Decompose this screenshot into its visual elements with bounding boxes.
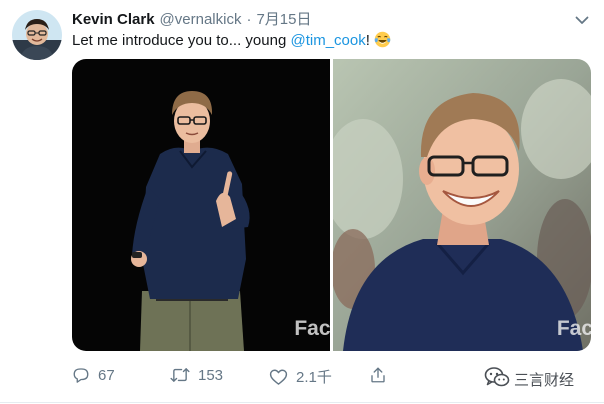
share-button[interactable]	[369, 366, 395, 384]
tweet-text: Let me introduce you to... young @tim_co…	[72, 31, 391, 51]
photo-left[interactable]: Fac	[72, 59, 331, 351]
reply-count: 67	[98, 366, 115, 384]
avatar[interactable]	[12, 10, 62, 60]
photo-right[interactable]: Fac	[332, 59, 591, 351]
watermark-left: Fac	[294, 317, 331, 340]
media-grid: Fac Fac	[72, 59, 591, 351]
reply-button[interactable]: 67	[72, 366, 115, 384]
tweet-text-suffix: !	[365, 32, 370, 49]
header-separator: ·	[246, 11, 252, 28]
tweet-text-prefix: Let me introduce you to... young	[72, 32, 291, 49]
like-button[interactable]: 2.1千	[269, 366, 332, 387]
chevron-down-icon[interactable]	[574, 12, 590, 28]
tweet-card[interactable]: Kevin Clark @vernalkick · 7月15日 Let me i…	[0, 0, 604, 404]
reply-icon	[72, 366, 90, 384]
retweet-count: 153	[198, 366, 224, 384]
like-count: 2.1千	[296, 369, 332, 386]
share-icon	[369, 366, 387, 384]
retweet-button[interactable]: 153	[170, 366, 223, 384]
wechat-icon	[484, 366, 510, 392]
retweet-icon	[170, 366, 190, 384]
author-handle[interactable]: @vernalkick	[160, 10, 242, 30]
source-badge: 三言财经	[484, 366, 574, 392]
tears-of-joy-emoji-icon	[374, 31, 391, 48]
tweet-header: Kevin Clark @vernalkick · 7月15日	[72, 10, 312, 30]
divider	[0, 402, 604, 403]
heart-icon	[269, 368, 288, 386]
author-name[interactable]: Kevin Clark	[72, 10, 155, 30]
tweet-date[interactable]: 7月15日	[256, 10, 311, 30]
mention-link[interactable]: @tim_cook	[290, 32, 365, 49]
source-label: 三言财经	[514, 371, 575, 389]
watermark-right: Fac	[556, 317, 591, 340]
